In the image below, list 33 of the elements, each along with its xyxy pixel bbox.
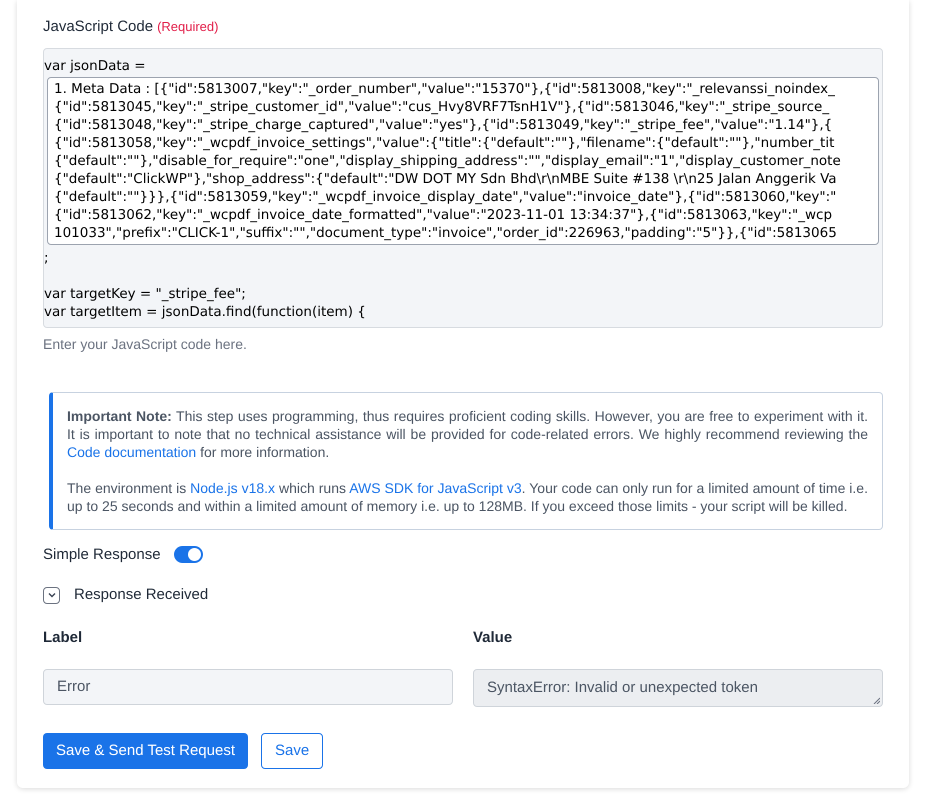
doc-link[interactable]: Node.js v18.x [190, 480, 276, 496]
resize-handle-icon [873, 697, 880, 704]
toggle-switch[interactable] [174, 546, 203, 564]
toggle-label: Simple Response [43, 544, 161, 564]
note-paragraph: Important Note: This step uses programming, thus requires proficient coding skills. However, you are free to experiment with it. It is important to note that no technical assistance will be provided for code-related errors. We highly recommend reviewing the Code documentation for more information. [67, 406, 868, 460]
code-line: {"default":""},"disable_for_require":"one","display_shipping_address":"","display_email":"1","display_customer_note [54, 152, 841, 170]
code-line: 101033","prefix":"CLICK-1","suffix":"","document_type":"invoice","order_id":226963,"padding":"5"}},{"id":5813065 [54, 224, 837, 242]
doc-link[interactable]: AWS SDK for JavaScript v3 [349, 480, 522, 496]
code-line: {"id":5813048,"key":"_stripe_charge_captured","value":"yes"},{"id":5813049,"key":"_stripe_fee","value":"1.14"},{ [54, 116, 832, 134]
field-label: JavaScript Code [43, 17, 154, 37]
code-line: var targetItem = jsonData.find(function(item) { [44, 302, 366, 320]
value-field[interactable]: SyntaxError: Invalid or unexpected token [473, 669, 883, 707]
code-line: {"default":"ClickWP"},"shop_address":{"default":"DW DOT MY Sdn Bhd\r\nMBE Suite #138 \r\n25 Jalan Anggerik Va [54, 170, 837, 188]
code-line: 1. Meta Data : [{"id":5813007,"key":"_order_number","value":"15370"},{"id":5813008,"key":"_relevanssi_noindex_ [54, 80, 835, 98]
label-field[interactable]: Error [43, 669, 453, 705]
expand-toggle[interactable] [43, 586, 60, 604]
note-paragraph: The environment is Node.js v18.x which runs AWS SDK for JavaScript v3. Your code can only run for a limited amount of time i.e. up to 25 seconds and within a limited amount of memory i.e. up to 128MB. If you exceed those limits - your script will be killed. [67, 478, 868, 514]
code-editor[interactable] [43, 48, 883, 328]
save-send-button[interactable]: Save & Send Test Request [43, 733, 248, 769]
column-header: Value [473, 628, 512, 648]
code-line: var targetKey = "_stripe_fee"; [44, 284, 246, 302]
code-line: ; [44, 248, 49, 266]
required-tag: (Required) [157, 17, 218, 36]
column-header: Label [43, 628, 82, 648]
code-line: var jsonData = [44, 56, 146, 74]
code-line: {"id":5813058,"key":"_wcpdf_invoice_settings","value":{"title":{"default":""},"filename":{"default":""},"number_tit [54, 134, 834, 152]
section-title: Response Received [74, 585, 208, 605]
doc-link[interactable]: Code documentation [67, 444, 196, 460]
code-line: {"id":5813062,"key":"_wcpdf_invoice_date_formatted","value":"2023-11-01 13:34:37"},{"id":5813063,"key":"_wcp [54, 206, 832, 224]
save-button[interactable]: Save [261, 733, 324, 769]
code-line: {"id":5813045,"key":"_stripe_customer_id","value":"cus_Hvy8VRF7TsnH1V"},{"id":5813046,"key":"_stripe_source_ [54, 98, 830, 116]
code-line: {"default":""}}},{"id":5813059,"key":"_wcpdf_invoice_display_date","value":"invoice_date"},{"id":5813060,"key":" [54, 188, 836, 206]
help-text: Enter your JavaScript code here. [43, 334, 247, 354]
